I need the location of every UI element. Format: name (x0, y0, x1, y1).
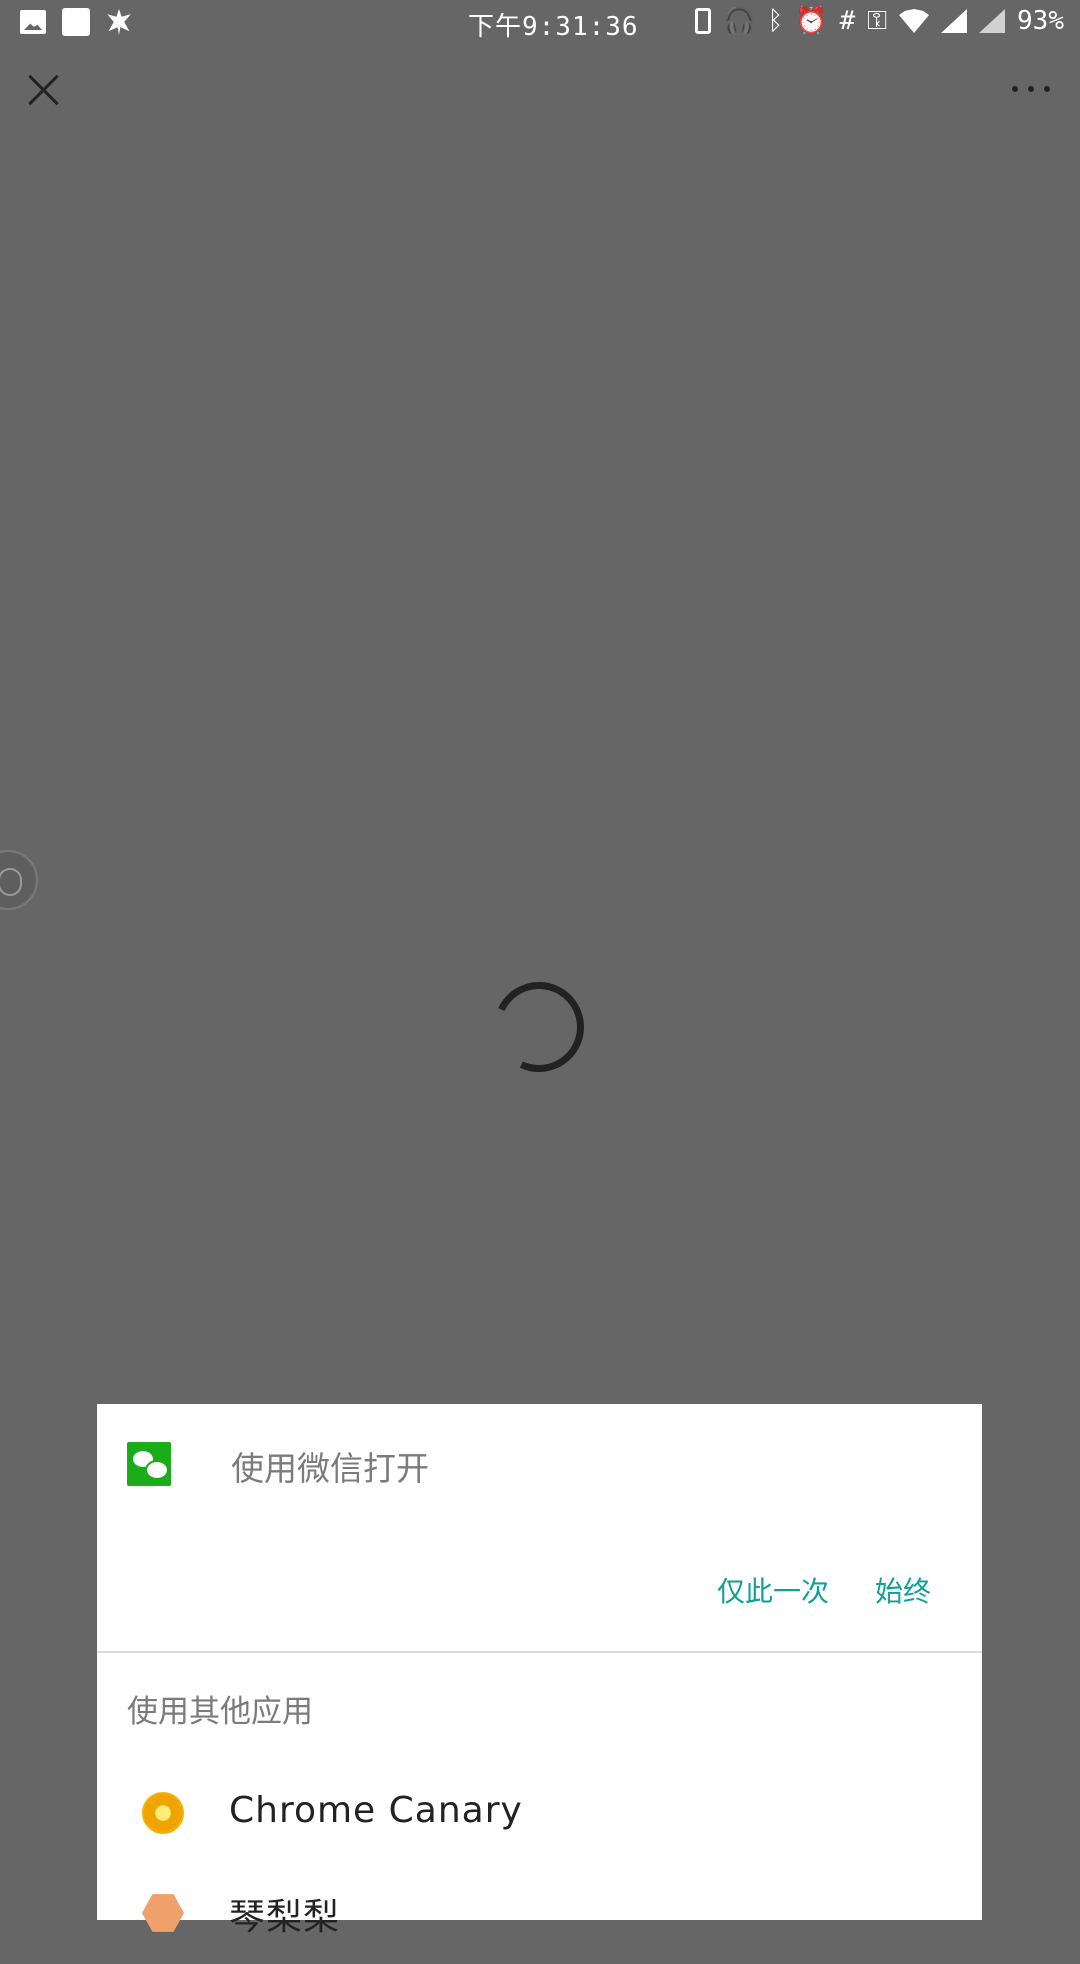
white-square-icon (62, 8, 90, 36)
wifi-icon (899, 9, 930, 33)
app-item-chrome-canary[interactable]: Chrome Canary (97, 1766, 982, 1866)
app-label: 琴梨梨 (229, 1897, 341, 1938)
loading-spinner (481, 969, 597, 1085)
close-icon[interactable] (26, 72, 62, 108)
status-right-icons: 🎧 ᛒ ⏰ # ⚿ 93% (695, 6, 1064, 36)
just-once-button[interactable]: 仅此一次 (717, 1570, 829, 1610)
maple-leaf-icon (107, 9, 131, 35)
qinlili-icon (142, 1894, 184, 1932)
status-bar: 下午9:31:36 🎧 ᛒ ⏰ # ⚿ 93% (0, 0, 1080, 44)
alarm-icon: ⏰ (795, 6, 828, 36)
more-options-icon[interactable] (1012, 86, 1050, 92)
other-apps-title: 使用其他应用 (127, 1694, 313, 1730)
debug-bug-icon[interactable] (0, 850, 38, 910)
battery-percent: 93% (1017, 6, 1064, 36)
app-item-qinlili[interactable]: 琴梨梨 (97, 1864, 982, 1964)
signal-icon (941, 9, 968, 33)
always-button[interactable]: 始终 (875, 1570, 931, 1610)
image-icon (20, 10, 46, 34)
wechat-icon (127, 1442, 171, 1486)
open-with-sheet: 使用微信打开 仅此一次 始终 使用其他应用 Chrome Canary 琴梨梨 (97, 1404, 982, 1938)
headphones-icon: 🎧 (723, 6, 756, 36)
dot (1012, 86, 1018, 92)
dot (1028, 86, 1034, 92)
sheet-title: 使用微信打开 (231, 1449, 429, 1488)
vpn-key-icon: ⚿ (867, 6, 888, 36)
dot (1044, 86, 1050, 92)
signal-icon (979, 9, 1006, 33)
chrome-canary-icon (142, 1792, 184, 1834)
app-label: Chrome Canary (229, 1790, 523, 1831)
phone-icon (695, 8, 712, 34)
status-time: 下午9:31:36 (468, 12, 639, 42)
divider (97, 1651, 982, 1653)
bluetooth-icon: ᛒ (767, 6, 784, 36)
hash-icon: # (839, 6, 856, 36)
status-left-icons (20, 8, 132, 36)
